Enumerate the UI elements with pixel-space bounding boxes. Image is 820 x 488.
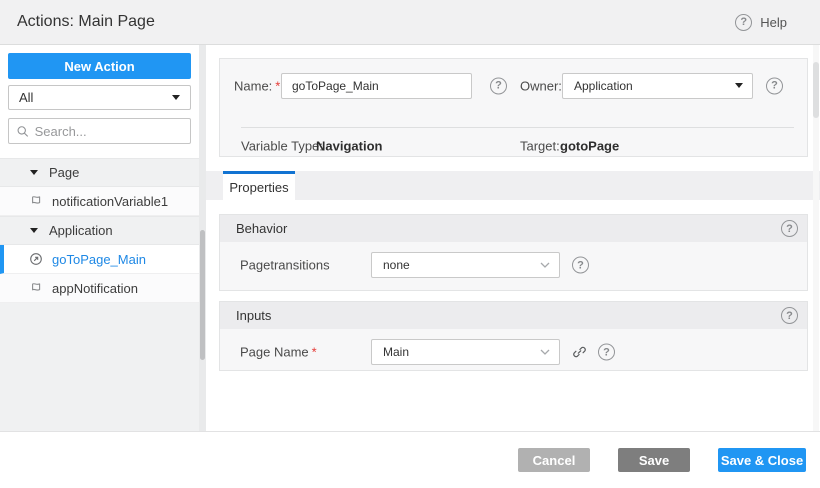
main-scrollbar[interactable] (813, 45, 819, 431)
inputs-section: Inputs ? Page Name * Main ? (219, 301, 808, 371)
search-box (8, 118, 191, 144)
page-name-value: Main (383, 345, 410, 359)
inputs-title: Inputs (236, 308, 272, 323)
chevron-down-icon (540, 262, 550, 268)
save-button[interactable]: Save (618, 448, 690, 472)
action-summary-panel: Name:* ? Owner:* Application ? Variable … (219, 58, 808, 157)
pagetransitions-help-icon[interactable]: ? (572, 256, 589, 274)
type-target-row: Variable Type: Navigation Target: gotoPa… (234, 134, 799, 158)
pagetransitions-dropdown[interactable]: none (371, 252, 560, 278)
target-label: Target: (520, 138, 560, 154)
owner-help-icon[interactable]: ? (766, 77, 783, 94)
page-name-label: Page Name * (240, 344, 317, 360)
required-marker: * (311, 344, 317, 360)
tree-item-gotopage-main[interactable]: goToPage_Main (0, 245, 199, 274)
tree-item-notificationvariable1[interactable]: notificationVariable1 (0, 187, 199, 216)
pagetransitions-label: Pagetransitions (240, 257, 330, 273)
collapse-caret-icon (30, 170, 38, 175)
footer-bar: Cancel Save Save & Close (0, 431, 820, 488)
new-action-button[interactable]: New Action (8, 53, 191, 79)
name-label: Name: * (234, 78, 281, 93)
tree-item-label: appNotification (52, 280, 138, 296)
collapse-caret-icon (30, 228, 38, 233)
page-title: Actions: Main Page (17, 13, 155, 30)
actions-sidebar: New Action All Page (0, 45, 199, 431)
pagetransitions-row-icons: ? (572, 256, 589, 274)
actions-editor-window: Actions: Main Page ? Help New Action All (0, 0, 820, 488)
main-content: Name:* ? Owner:* Application ? Variable … (206, 45, 820, 431)
help-button[interactable]: ? Help (735, 13, 787, 31)
page-name-row-icons: ? (572, 343, 615, 361)
owner-value: Application (574, 78, 633, 93)
notification-flag-icon (29, 281, 43, 295)
filter-value: All (19, 90, 34, 105)
tab-strip: Properties (206, 171, 820, 200)
tab-properties[interactable]: Properties (223, 171, 295, 200)
tree-item-appnotification[interactable]: appNotification (0, 274, 199, 303)
variable-type-value: Navigation (316, 138, 383, 154)
search-icon (17, 125, 29, 137)
notification-flag-icon (29, 194, 43, 208)
pagetransitions-value: none (383, 258, 410, 272)
inputs-help-icon[interactable]: ? (781, 307, 798, 324)
pagetransitions-row: Pagetransitions none ? (220, 242, 807, 288)
tree-item-label: notificationVariable1 (52, 193, 169, 209)
search-input[interactable] (34, 123, 182, 139)
page-name-dropdown[interactable]: Main (371, 339, 560, 365)
sidebar-scrollbar[interactable] (199, 45, 206, 431)
inputs-section-header: Inputs ? (220, 302, 807, 329)
sidebar-empty-area (0, 303, 199, 431)
help-label: Help (760, 14, 787, 30)
tree-group-application[interactable]: Application (0, 216, 199, 245)
behavior-section-header: Behavior ? (220, 215, 807, 242)
header-bar: Actions: Main Page ? Help (0, 0, 820, 45)
tree-group-page[interactable]: Page (0, 158, 199, 187)
tree-item-label: goToPage_Main (52, 251, 146, 267)
tree-group-label: Page (49, 165, 80, 180)
behavior-section: Behavior ? Pagetransitions none ? (219, 214, 808, 291)
required-marker: * (275, 78, 281, 93)
owner-dropdown[interactable]: Application (562, 72, 753, 99)
main-scrollbar-thumb[interactable] (813, 62, 819, 118)
sidebar-scrollbar-thumb[interactable] (200, 230, 205, 360)
target-value: gotoPage (560, 138, 620, 154)
cancel-button[interactable]: Cancel (518, 448, 590, 472)
help-icon: ? (735, 13, 753, 31)
behavior-help-icon[interactable]: ? (781, 220, 798, 237)
page-name-row: Page Name * Main ? (220, 329, 807, 375)
variable-type-label: Variable Type: (241, 138, 323, 154)
sidebar-controls: New Action All (0, 45, 199, 151)
filter-dropdown[interactable]: All (8, 85, 191, 110)
name-help-icon[interactable]: ? (490, 77, 507, 94)
chevron-down-icon (540, 349, 550, 355)
caret-down-icon (735, 83, 743, 88)
page-name-help-icon[interactable]: ? (598, 343, 615, 361)
tree-group-label: Application (49, 223, 113, 238)
link-binding-icon[interactable] (572, 345, 587, 360)
caret-down-icon (172, 95, 180, 100)
name-input[interactable] (281, 72, 472, 99)
save-and-close-button[interactable]: Save & Close (718, 448, 806, 472)
name-owner-row: Name:* ? Owner:* Application ? (234, 72, 799, 99)
form-divider (241, 127, 794, 128)
actions-tree: Page notificationVariable1 Application g… (0, 158, 199, 303)
behavior-title: Behavior (236, 221, 288, 236)
goto-page-icon (29, 252, 43, 266)
